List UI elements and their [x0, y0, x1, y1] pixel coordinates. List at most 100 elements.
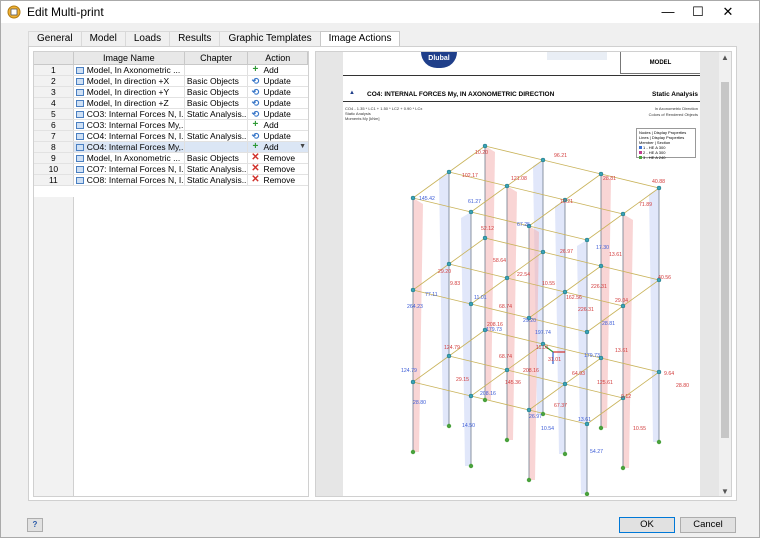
- table-row[interactable]: 10 CO7: Internal Forces N, I... Static Ana…: [34, 164, 308, 175]
- value-label: 40.56: [658, 275, 671, 281]
- action-cell[interactable]: + Add: [248, 65, 308, 75]
- node-marker: [446, 353, 452, 359]
- image-name-cell[interactable]: CO3: Internal Forces My,...: [74, 120, 185, 130]
- moment-diagram: [413, 198, 423, 452]
- row-number: 4: [34, 98, 74, 108]
- action-cell[interactable]: + Add ▼: [248, 142, 308, 152]
- image-icon: [75, 176, 84, 184]
- tab-strip: General Model Loads Results Graphic Template…: [28, 31, 401, 47]
- tab-loads[interactable]: Loads: [124, 31, 171, 46]
- scroll-down-icon[interactable]: ▼: [719, 486, 731, 496]
- row-number: 10: [34, 164, 74, 174]
- dropdown-arrow-icon[interactable]: ▼: [299, 142, 308, 152]
- table-row[interactable]: 4 Model, In direction +Z Basic Objects ⟲ Upd…: [34, 98, 308, 109]
- action-cell[interactable]: ✕ Remove: [248, 153, 308, 163]
- maximize-button[interactable]: ☐: [683, 1, 713, 23]
- action-cell[interactable]: ✕ Remove: [248, 164, 308, 174]
- value-label: 9.64: [664, 371, 674, 377]
- value-label: 68.74: [499, 354, 512, 360]
- scroll-up-icon[interactable]: ▲: [719, 52, 731, 64]
- image-icon: [75, 143, 84, 151]
- value-label: 145.36: [505, 380, 521, 386]
- action-cell[interactable]: ⟲ Update: [248, 87, 308, 97]
- image-name-text: Model, In Axonometric ...: [86, 153, 181, 163]
- image-name-cell[interactable]: Model, In direction +Z: [74, 98, 185, 108]
- chapter-cell[interactable]: Basic Objects: [185, 76, 249, 86]
- header-chapter[interactable]: Chapter: [185, 52, 249, 64]
- table-row[interactable]: 5 CO3: Internal Forces N, I... Static Anal…: [34, 109, 308, 120]
- chapter-cell[interactable]: Static Analysis...: [185, 131, 249, 141]
- action-cell[interactable]: ⟲ Update: [248, 76, 308, 86]
- update-icon: ⟲: [251, 109, 260, 119]
- image-name-cell[interactable]: Model, In Axonometric ...: [74, 153, 185, 163]
- action-cell[interactable]: ⟲ Update: [248, 109, 308, 119]
- table-row[interactable]: 11 CO8: Internal Forces N, I... Static Ana…: [34, 175, 308, 186]
- image-icon: [75, 88, 84, 96]
- edit-multiprint-dialog: Edit Multi-print — ☐ ✕ General Model Loads…: [0, 0, 760, 538]
- table-row[interactable]: 6 CO3: Internal Forces My,... + Add: [34, 120, 308, 131]
- header-image-name[interactable]: Image Name: [74, 52, 185, 64]
- value-label: 31.01: [548, 357, 561, 363]
- value-label: 9.12: [621, 394, 631, 400]
- chapter-cell[interactable]: [185, 120, 249, 130]
- image-name-cell[interactable]: CO7: Internal Forces N, I...: [74, 164, 185, 174]
- image-icon: [75, 154, 84, 162]
- table-row[interactable]: 8 CO4: Internal Forces My,... + Add ▼: [34, 142, 308, 153]
- action-cell[interactable]: + Add: [248, 120, 308, 130]
- table-row[interactable]: 1 Model, In Axonometric ... + Add: [34, 65, 308, 76]
- preview-scrollbar[interactable]: ▲ ▼: [719, 52, 731, 496]
- table-row[interactable]: 2 Model, In direction +X Basic Objects ⟲ Upd…: [34, 76, 308, 87]
- node-marker: [482, 143, 488, 149]
- chapter-cell[interactable]: [185, 65, 249, 75]
- image-name-cell[interactable]: Model, In direction +X: [74, 76, 185, 86]
- action-label: Add: [263, 65, 279, 75]
- chapter-cell[interactable]: Static Analysis...: [185, 164, 249, 174]
- action-cell[interactable]: ⟲ Update: [248, 98, 308, 108]
- table-row[interactable]: 3 Model, In direction +Y Basic Objects ⟲ Upd…: [34, 87, 308, 98]
- tab-results[interactable]: Results: [169, 31, 221, 46]
- action-cell[interactable]: ⟲ Update: [248, 131, 308, 141]
- remove-icon: ✕: [251, 153, 260, 163]
- chapter-cell[interactable]: [185, 142, 249, 152]
- ok-button[interactable]: OK: [619, 517, 675, 533]
- value-label: 208.16: [480, 391, 496, 397]
- tab-model[interactable]: Model: [80, 31, 126, 46]
- action-cell[interactable]: ✕ Remove: [248, 175, 308, 185]
- row-number: 8: [34, 142, 74, 152]
- help-button[interactable]: ?: [27, 518, 43, 532]
- image-name-cell[interactable]: Model, In Axonometric ...: [74, 65, 185, 75]
- beam-member: [412, 381, 472, 397]
- table-row[interactable]: 7 CO4: Internal Forces N, I... Static Anal…: [34, 131, 308, 142]
- image-name-cell[interactable]: CO4: Internal Forces My,...: [74, 142, 185, 152]
- chapter-cell[interactable]: Basic Objects: [185, 98, 249, 108]
- chapter-cell[interactable]: Basic Objects: [185, 153, 249, 163]
- scroll-thumb[interactable]: [721, 82, 729, 438]
- print-preview[interactable]: Dlubal MODEL ▲ CO4: INTERNAL FORCES My, …: [315, 51, 732, 497]
- action-label: Update: [263, 131, 291, 141]
- chapter-cell[interactable]: Static Analysis...: [185, 109, 249, 119]
- node-marker: [620, 303, 626, 309]
- tab-graphic-templates[interactable]: Graphic Templates: [219, 31, 321, 46]
- image-name-cell[interactable]: CO8: Internal Forces N, I...: [74, 175, 185, 185]
- row-number: 3: [34, 87, 74, 97]
- chapter-cell[interactable]: Static Analysis...: [185, 175, 249, 185]
- node-marker: [540, 249, 546, 255]
- node-marker: [656, 185, 662, 191]
- node-marker: [446, 169, 452, 175]
- image-name-cell[interactable]: Model, In direction +Y: [74, 87, 185, 97]
- minimize-button[interactable]: —: [653, 1, 683, 23]
- image-name-cell[interactable]: CO3: Internal Forces N, I...: [74, 109, 185, 119]
- support-marker: [504, 437, 510, 443]
- value-label: 264.23: [407, 304, 423, 310]
- chapter-cell[interactable]: Basic Objects: [185, 87, 249, 97]
- tab-general[interactable]: General: [28, 31, 82, 46]
- image-name-text: CO3: Internal Forces N, I...: [86, 109, 185, 119]
- image-name-cell[interactable]: CO4: Internal Forces N, I...: [74, 131, 185, 141]
- tab-image-actions[interactable]: Image Actions: [319, 31, 401, 47]
- header-action[interactable]: Action: [248, 52, 308, 64]
- close-button[interactable]: ✕: [713, 1, 743, 23]
- image-name-text: Model, In direction +X: [86, 76, 170, 86]
- table-row[interactable]: 9 Model, In Axonometric ... Basic Objects ✕…: [34, 153, 308, 164]
- cancel-button[interactable]: Cancel: [680, 517, 736, 533]
- value-label: 64.93: [572, 371, 585, 377]
